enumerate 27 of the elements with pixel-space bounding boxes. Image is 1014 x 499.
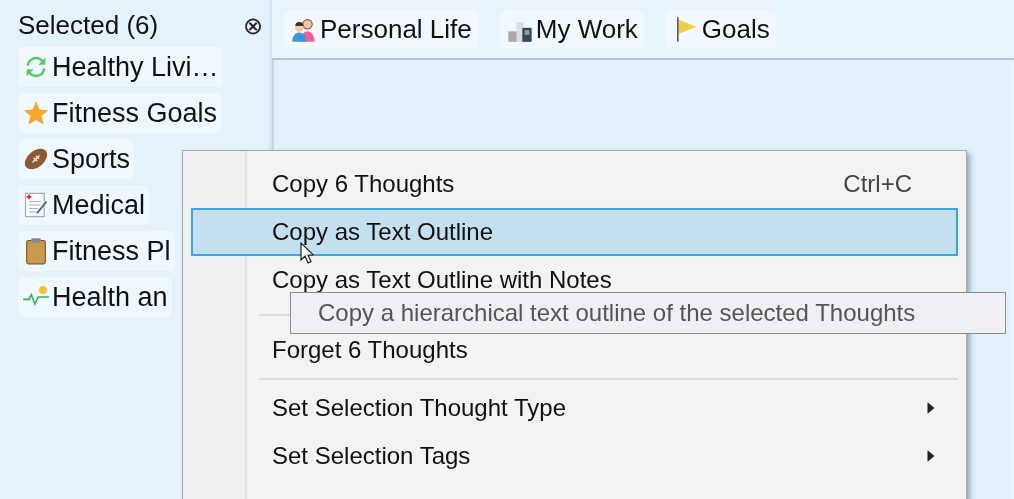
thought-chip[interactable]: Fitness Goals — [18, 93, 222, 133]
star-icon — [22, 99, 50, 127]
thought-chip[interactable]: Fitness Pl — [18, 231, 175, 271]
thought-chip[interactable]: Sports — [18, 139, 135, 179]
submenu-arrow-icon — [926, 401, 936, 415]
submenu-arrow-icon — [926, 449, 936, 463]
menu-item-label: Forget 6 Thoughts — [272, 338, 469, 362]
menu-item[interactable]: Set Selection Tags — [191, 432, 958, 480]
menu-item-label: Copy as Text Outline with Notes — [272, 268, 613, 292]
tab[interactable]: Personal Life — [284, 10, 478, 48]
tooltip: Copy a hierarchical text outline of the selected Thoughts — [290, 292, 1006, 334]
menu-item-label: Copy as Text Outline — [272, 220, 494, 244]
menu-item-label: Copy 6 Thoughts — [272, 172, 456, 196]
tab[interactable]: Goals — [665, 10, 776, 48]
menu-item[interactable]: Set Selection Thought Type — [191, 384, 958, 432]
tab[interactable]: My Work — [499, 10, 644, 48]
note-icon — [22, 191, 50, 219]
menu-item-label: Set Selection Tags — [272, 444, 472, 468]
thought-chip[interactable]: Medical — [18, 185, 150, 225]
menu-item[interactable]: Copy as Text Outline — [191, 208, 958, 256]
close-button[interactable]: ⊗ — [243, 13, 263, 38]
shortcut-label: Ctrl+C — [843, 170, 913, 198]
menu-item-label: Set Selection Thought Type — [272, 396, 567, 420]
thought-chip[interactable]: Health an — [18, 277, 172, 317]
thought-chip[interactable]: Healthy Livi… — [18, 47, 223, 87]
menu-item[interactable]: Copy 6 Thoughts Ctrl+C — [191, 160, 958, 208]
sidebar-title: Selected (6) — [18, 10, 159, 41]
